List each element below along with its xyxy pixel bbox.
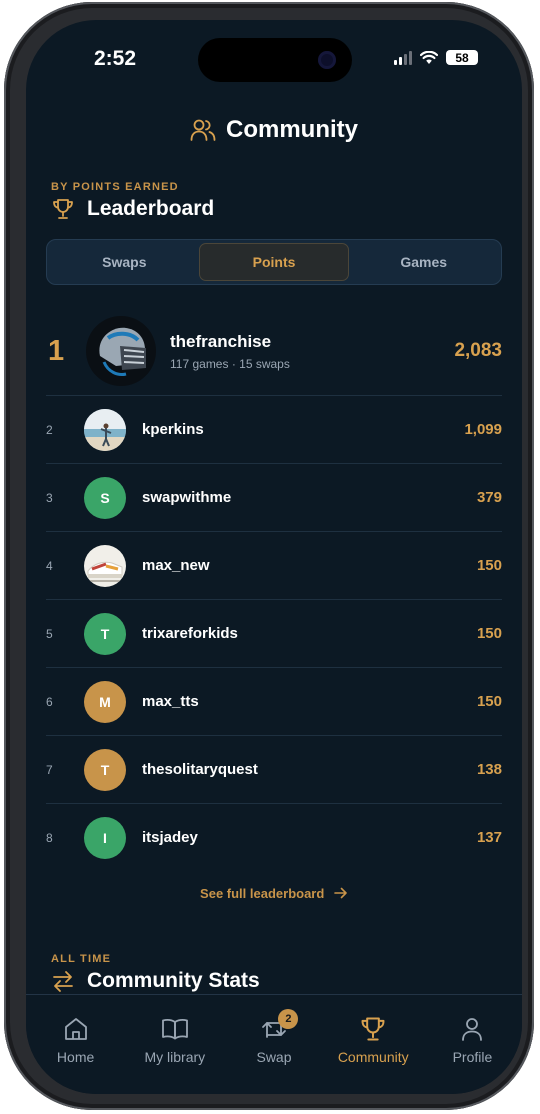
nav-home[interactable]: Home: [26, 995, 125, 1094]
username: trixareforkids: [142, 625, 238, 642]
swap-arrows-icon: [53, 971, 73, 992]
see-full-leaderboard-link[interactable]: See full leaderboard: [26, 886, 522, 901]
top-entry-text: thefranchise 117 games · 15 swaps: [170, 332, 454, 371]
tab-swaps[interactable]: Swaps: [50, 243, 199, 281]
avatar: M: [84, 680, 126, 723]
rank-number: 6: [46, 694, 53, 709]
leaderboard-list: 2 kperkins 1,099 3 S swapwithme 379 4 ma…: [46, 395, 502, 871]
list-item[interactable]: 8 I itsjadey 137: [46, 803, 502, 871]
username: max_tts: [142, 693, 199, 710]
phone-frame: 2:52 58 Community BY POINTS EARNED Leade…: [4, 2, 534, 1110]
points-value: 379: [476, 489, 502, 506]
points-value: 150: [476, 557, 502, 574]
avatar: [86, 316, 156, 386]
nav-community[interactable]: Community: [324, 995, 423, 1094]
page-title: Community: [226, 116, 358, 143]
leaderboard-top-entry[interactable]: 1 thefranchise 117 games · 15 swaps 2,08…: [46, 306, 502, 396]
rank-number: 7: [46, 762, 53, 777]
tab-games[interactable]: Games: [349, 243, 498, 281]
nav-label: My library: [144, 1049, 206, 1065]
trophy-icon: [53, 199, 73, 219]
home-icon: [64, 1018, 87, 1040]
bottom-tab-bar: Home My library 2 Swap Community Profile: [26, 994, 522, 1094]
leaderboard-tabs: Swaps Points Games: [46, 239, 502, 285]
list-item[interactable]: 4 max_new 150: [46, 531, 502, 599]
avatar: [84, 408, 126, 451]
nav-label: Community: [337, 1049, 409, 1065]
rank-number: 3: [46, 490, 53, 505]
avatar: T: [84, 612, 126, 655]
signal-icon: [394, 50, 412, 65]
status-time: 2:52: [94, 47, 137, 70]
avatar: [84, 544, 126, 587]
list-item[interactable]: 6 M max_tts 150: [46, 667, 502, 735]
user-stats: 117 games · 15 swaps: [170, 356, 290, 371]
nav-label: Swap: [256, 1049, 292, 1065]
book-icon: [161, 1018, 188, 1040]
nav-label: Profile: [452, 1049, 493, 1065]
rank-number: 8: [46, 830, 53, 845]
notification-badge: 2: [278, 1009, 299, 1029]
leaderboard-title: Leaderboard: [87, 197, 215, 220]
points-value: 2,083: [454, 340, 502, 361]
trophy-icon: [361, 1017, 385, 1041]
points-value: 150: [476, 625, 502, 642]
rank-number: 1: [48, 334, 65, 367]
username: thesolitaryquest: [142, 761, 258, 778]
username: kperkins: [142, 421, 204, 438]
status-icons: 58: [394, 50, 478, 65]
list-item[interactable]: 2 kperkins 1,099: [46, 395, 502, 463]
stats-eyebrow: ALL TIME: [51, 953, 112, 965]
avatar: S: [84, 476, 126, 519]
nav-swap[interactable]: 2 Swap: [224, 995, 323, 1094]
wifi-icon: [420, 50, 438, 64]
status-bar: 2:52 58: [26, 20, 522, 100]
rank-number: 4: [46, 558, 53, 573]
nav-label: Home: [56, 1049, 95, 1065]
list-item[interactable]: 7 T thesolitaryquest 138: [46, 735, 502, 803]
points-value: 1,099: [464, 421, 502, 438]
battery-indicator: 58: [446, 50, 478, 65]
avatar: T: [84, 748, 126, 791]
username: thefranchise: [170, 331, 272, 351]
nav-profile[interactable]: Profile: [423, 995, 522, 1094]
rank-number: 2: [46, 422, 53, 437]
stats-heading: Community Stats: [51, 969, 260, 993]
username: itsjadey: [142, 829, 198, 846]
app-screen: 2:52 58 Community BY POINTS EARNED Leade…: [26, 20, 522, 1094]
points-value: 150: [476, 693, 502, 710]
person-icon: [462, 1018, 483, 1041]
dynamic-island: [198, 38, 352, 82]
people-icon: [190, 119, 216, 141]
nav-my-library[interactable]: My library: [125, 995, 224, 1094]
username: swapwithme: [142, 489, 232, 506]
list-item[interactable]: 5 T trixareforkids 150: [46, 599, 502, 667]
tab-points[interactable]: Points: [198, 243, 350, 281]
arrow-right-icon: [334, 887, 347, 899]
avatar: I: [84, 816, 126, 859]
leaderboard-eyebrow: BY POINTS EARNED: [51, 181, 179, 193]
list-item[interactable]: 3 S swapwithme 379: [46, 463, 502, 531]
see-full-label: See full leaderboard: [200, 886, 325, 901]
points-value: 138: [476, 761, 502, 778]
rank-number: 5: [46, 626, 53, 641]
points-value: 137: [476, 829, 502, 846]
leaderboard-heading: Leaderboard: [51, 197, 214, 221]
stats-title: Community Stats: [87, 969, 260, 992]
page-header: Community: [26, 116, 522, 144]
username: max_new: [142, 557, 210, 574]
camera-icon: [318, 51, 336, 69]
